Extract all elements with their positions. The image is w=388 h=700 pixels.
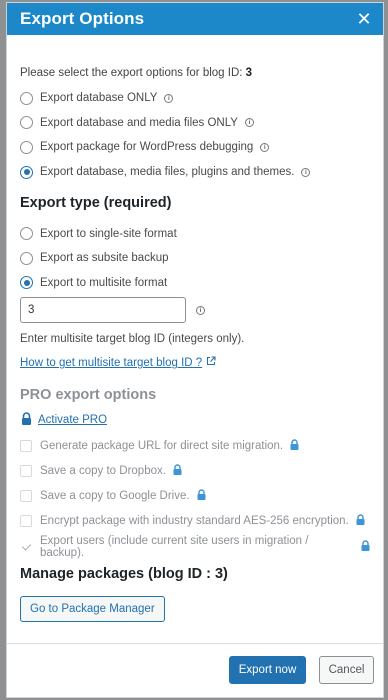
pro-option-google-drive: Save a copy to Google Drive. [20,484,370,509]
export-type-title: Export type (required) [20,195,172,212]
cancel-button[interactable]: Cancel [319,656,374,684]
pro-option-label: Encrypt package with industry standard A… [40,515,349,528]
target-blog-id-help-link[interactable]: How to get multisite target blog ID ? [20,356,370,370]
lock-icon [197,489,206,503]
info-icon[interactable]: i [301,167,311,177]
export-option-database-media[interactable]: Export database and media files ONLY i [20,111,370,136]
export-type-single-site[interactable]: Export to single-site format [20,221,370,246]
export-option-label: Export database ONLY [40,92,158,105]
manage-packages-row: Go to Package Manager [20,596,370,623]
radio-button-selected[interactable] [20,165,33,179]
info-icon[interactable]: i [164,93,174,103]
export-type-label: Export to single-site format [40,227,177,240]
lock-icon [356,514,365,528]
checkbox [20,464,32,477]
activate-pro-link[interactable]: Activate PRO [38,414,107,426]
lock-icon [361,539,370,554]
checkbox-checked [20,540,32,553]
target-blog-id-input[interactable] [20,297,186,324]
intro-text: Please select the export options for blo… [20,66,370,80]
export-now-button[interactable]: Export now [229,656,306,684]
pro-option-label: Export users (include current site users… [40,534,309,559]
radio-button[interactable] [20,91,33,105]
checkbox [20,515,32,528]
export-option-label: Export package for WordPress debugging [40,141,254,154]
radio-button[interactable] [20,227,33,241]
pro-option-package-url: Generate package URL for direct site mig… [20,433,370,458]
dialog-body: Please select the export options for blo… [7,66,383,623]
external-link-icon [206,356,216,370]
radio-button[interactable] [20,116,33,130]
export-option-database-only[interactable]: Export database ONLY i [20,86,370,111]
close-icon[interactable]: ✕ [355,10,373,28]
checkbox [20,439,32,452]
info-icon[interactable]: i [244,118,254,128]
radio-button-selected[interactable] [20,276,33,290]
pro-option-label: Save a copy to Google Drive. [40,490,190,503]
manage-packages-title: Manage packages (blog ID : 3) [20,566,228,583]
export-option-full[interactable]: Export database, media files, plugins an… [20,160,370,185]
pro-option-label: Generate package URL for direct site mig… [40,439,284,452]
export-type-label: Export as subsite backup [40,252,169,265]
export-type-subsite-backup[interactable]: Export as subsite backup [20,246,370,271]
export-option-label: Export database and media files ONLY [40,116,238,129]
export-option-debugging[interactable]: Export package for WordPress debugging i [20,135,370,160]
pro-options-group: Generate package URL for direct site mig… [20,433,370,559]
dialog-titlebar: Export Options ✕ [7,3,383,35]
export-type-multisite[interactable]: Export to multisite format [20,271,370,296]
info-icon[interactable]: i [196,305,205,315]
radio-button[interactable] [20,251,33,265]
intro-label: Please select the export options for blo… [20,67,246,79]
target-blog-id-help: Enter multisite target blog ID (integers… [20,333,245,346]
pro-options-title: PRO export options [20,387,157,404]
pro-option-export-users: Export users (include current site users… [20,534,370,559]
export-options-dialog: Export Options ✕ Please select the expor… [6,2,384,698]
pro-option-encrypt: Encrypt package with industry standard A… [20,509,370,534]
lock-icon [21,412,32,428]
info-icon[interactable]: i [260,142,270,152]
export-type-group: Export to single-site format Export as s… [20,221,370,295]
export-option-label: Export database, media files, plugins an… [40,166,295,179]
export-option-group: Export database ONLY i Export database a… [20,86,370,184]
radio-button[interactable] [20,140,33,154]
help-link-label: How to get multisite target blog ID ? [20,357,203,370]
dialog-title: Export Options [20,9,145,28]
target-blog-id-row: i [20,297,370,324]
pro-option-label: Save a copy to Dropbox. [40,464,166,477]
activate-pro-row: Activate PRO [20,411,370,429]
checkbox [20,490,32,503]
export-type-label: Export to multisite format [40,276,168,289]
pro-option-dropbox: Save a copy to Dropbox. [20,458,370,483]
lock-icon [173,464,182,478]
lock-icon [290,439,299,453]
dialog-footer: Export now Cancel [7,643,383,697]
intro-blog-id: 3 [245,67,253,79]
package-manager-button[interactable]: Go to Package Manager [20,596,165,623]
